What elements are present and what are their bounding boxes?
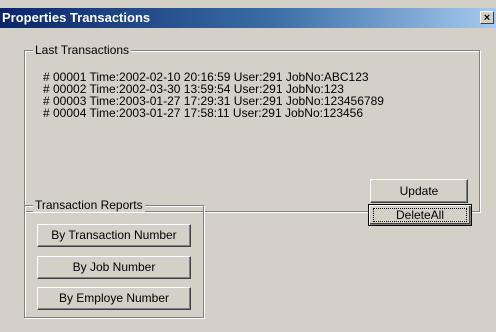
close-icon: × (483, 12, 491, 24)
window-title: Properties Transactions (2, 10, 151, 25)
by-employe-number-label: By Employe Number (58, 291, 170, 305)
properties-transactions-window: Properties Transactions × Last Transacti… (0, 0, 496, 332)
delete-all-button[interactable]: DeleteAll (368, 204, 472, 226)
transaction-reports-group: Transaction Reports By Transaction Numbe… (24, 198, 204, 318)
update-button-label: Update (399, 184, 439, 198)
dialog-client-area: Last Transactions # 00001 Time:2002-02-1… (0, 28, 496, 328)
by-job-number-label: By Job Number (72, 260, 156, 274)
last-transactions-group-title: Last Transactions (33, 43, 132, 57)
last-transactions-group: Last Transactions # 00001 Time:2002-02-1… (24, 43, 480, 212)
transaction-line: # 00004 Time:2003-01-27 17:58:11 User:29… (43, 106, 364, 120)
transactions-list: # 00001 Time:2002-02-10 20:16:59 User:29… (43, 71, 384, 119)
window-bottom-edge (0, 328, 496, 332)
title-bar[interactable]: Properties Transactions × (0, 8, 496, 28)
transaction-reports-group-title: Transaction Reports (33, 198, 145, 212)
by-job-number-button[interactable]: By Job Number (37, 256, 191, 279)
close-button[interactable]: × (480, 11, 494, 24)
delete-all-button-label: DeleteAll (395, 208, 445, 222)
by-transaction-number-button[interactable]: By Transaction Number (37, 224, 191, 247)
by-employe-number-button[interactable]: By Employe Number (37, 287, 191, 310)
by-transaction-number-label: By Transaction Number (51, 228, 177, 242)
update-button[interactable]: Update (370, 179, 468, 203)
